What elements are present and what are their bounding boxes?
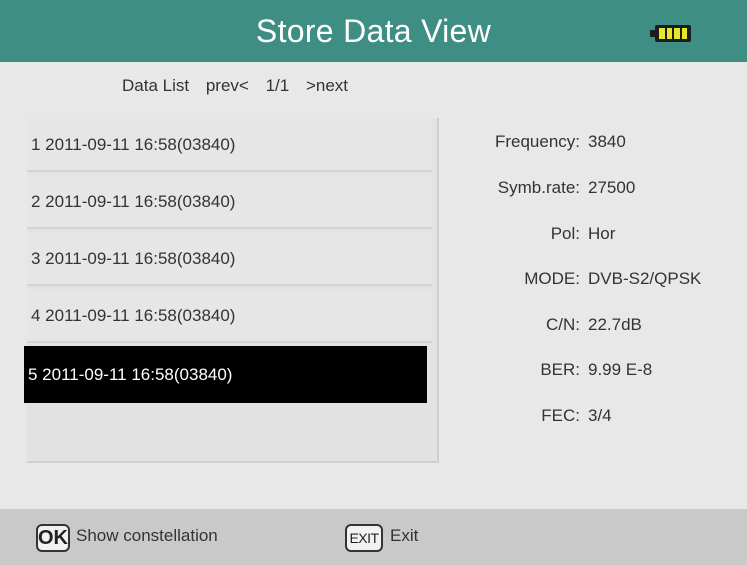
page-indicator: 1/1 — [265, 76, 290, 95]
detail-value: 9.99 E-8 — [588, 360, 653, 379]
list-item[interactable]: 1 2011-09-11 16:58(03840) — [27, 118, 432, 172]
battery-cell — [659, 28, 665, 39]
list-item[interactable]: 4 2011-09-11 16:58(03840) — [27, 289, 432, 343]
detail-label: C/N: — [546, 315, 580, 334]
list-item-selected[interactable]: 5 2011-09-11 16:58(03840) — [24, 346, 427, 403]
detail-symbol-rate: Symb.rate: 27500 — [440, 173, 747, 203]
page-title: Store Data View — [255, 13, 492, 49]
detail-label: Symb.rate: — [497, 178, 580, 197]
ok-action-label: Show constellation — [76, 526, 218, 545]
detail-value: 27500 — [588, 178, 636, 197]
detail-label: MODE: — [524, 269, 580, 288]
battery-cell — [666, 28, 672, 39]
title-bar: Store Data View — [0, 0, 747, 62]
prev-page-button[interactable]: prev< — [206, 76, 249, 95]
detail-fec: FEC: 3/4 — [440, 401, 747, 431]
detail-value: 22.7dB — [588, 315, 642, 334]
detail-label: Pol: — [550, 224, 580, 243]
detail-polarization: Pol: Hor — [440, 219, 747, 249]
detail-value: DVB-S2/QPSK — [588, 269, 702, 288]
exit-key-icon[interactable]: EXIT — [345, 524, 383, 552]
next-page-button[interactable]: >next — [306, 76, 348, 95]
list-pagination: Data List prev< 1/1 >next — [0, 76, 470, 96]
detail-frequency: Frequency: 3840 — [440, 127, 747, 157]
battery-cell — [681, 28, 687, 39]
detail-value: 3/4 — [588, 406, 612, 425]
list-item[interactable]: 3 2011-09-11 16:58(03840) — [27, 232, 432, 286]
detail-cn: C/N: 22.7dB — [440, 310, 747, 340]
detail-value: Hor — [588, 224, 616, 243]
detail-label: BER: — [540, 360, 580, 379]
exit-action-label: Exit — [390, 526, 419, 545]
detail-mode: MODE: DVB-S2/QPSK — [440, 264, 747, 294]
detail-label: Frequency: — [494, 132, 580, 151]
battery-cell — [674, 28, 680, 39]
detail-value: 3840 — [588, 132, 626, 151]
record-list: 1 2011-09-11 16:58(03840) 2 2011-09-11 1… — [24, 118, 439, 463]
footer-bar: OK Show constellation EXIT Exit — [0, 509, 747, 565]
list-item[interactable]: 2 2011-09-11 16:58(03840) — [27, 175, 432, 229]
detail-label: FEC: — [541, 406, 580, 425]
list-label: Data List — [122, 76, 190, 95]
battery-full-icon — [655, 25, 691, 42]
detail-ber: BER: 9.99 E-8 — [440, 355, 747, 385]
ok-key-icon[interactable]: OK — [36, 524, 70, 552]
